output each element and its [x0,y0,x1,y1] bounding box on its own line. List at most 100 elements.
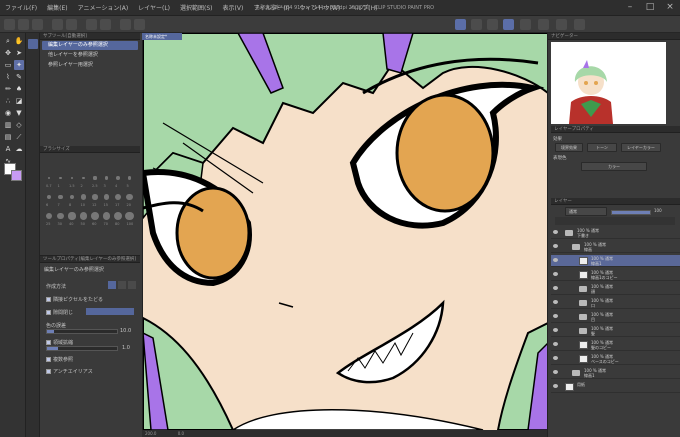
layer-row[interactable]: 100 % 通常 髪のコピー [551,339,680,351]
gap-closing-checkbox[interactable] [46,310,51,315]
undo-icon[interactable] [52,19,63,30]
menu-selection[interactable]: 選択範囲(S) [175,3,218,12]
layer-row[interactable]: 100 % 通常 下書き [551,227,680,239]
blend-icon[interactable]: ◉ [3,108,13,118]
menu-layer[interactable]: レイヤー(L) [133,3,175,12]
layer-color-button[interactable]: レイヤーカラー [621,143,661,152]
grid-snap-icon[interactable] [487,19,498,30]
visibility-eye-icon[interactable] [553,286,558,290]
clear-icon[interactable] [86,19,97,30]
operation-icon[interactable]: ➤ [14,48,24,58]
deselect-icon[interactable] [134,19,145,30]
subtool-item-other-layer[interactable]: 他レイヤーを参照選択 [42,51,138,60]
menu-edit[interactable]: 編集(E) [42,3,72,12]
brush-size-dot[interactable] [45,212,53,220]
visibility-eye-icon[interactable] [553,244,558,248]
new-file-icon[interactable] [4,19,15,30]
layer-row[interactable]: 100 % 通常 線画 [551,241,680,253]
visibility-eye-icon[interactable] [553,230,558,234]
brush-size-dot[interactable] [116,176,120,180]
airbrush-icon[interactable]: ∴ [3,96,13,106]
save-icon[interactable] [32,19,43,30]
visibility-eye-icon[interactable] [553,314,558,318]
brush-size-dot[interactable] [58,194,63,200]
visibility-eye-icon[interactable] [553,342,558,346]
fill-icon[interactable] [100,19,111,30]
opacity-slider[interactable] [611,210,651,215]
rotation-value[interactable]: 0.0 [178,431,184,436]
visibility-eye-icon[interactable] [553,258,558,262]
border-effect-button[interactable]: 境界効果 [555,143,583,152]
transform-icon[interactable] [120,19,131,30]
brush-size-dot[interactable] [79,212,88,220]
brush-size-dot[interactable] [127,176,132,180]
visibility-eye-icon[interactable] [553,300,558,304]
close-icon[interactable]: × [664,1,676,13]
brush-size-dot[interactable] [68,212,76,220]
brush-size-dot[interactable] [57,212,64,220]
brush-size-dot[interactable] [82,176,85,180]
fill-bucket-icon[interactable]: ▼ [14,108,24,118]
brush-size-dot[interactable] [59,176,62,180]
layer-color-icon[interactable] [538,19,549,30]
opacity-value[interactable]: 100 [654,208,662,213]
brush-size-dot[interactable] [70,176,74,180]
subtool-group-auto-select[interactable] [28,39,38,49]
visibility-eye-icon[interactable] [553,272,558,276]
visibility-eye-icon[interactable] [553,370,558,374]
pen-pressure-icon[interactable] [503,19,514,30]
antialias-checkbox[interactable] [46,369,51,374]
tone-button[interactable]: トーン [587,143,617,152]
brush-size-dot[interactable] [115,194,121,200]
brush-size-dot[interactable] [113,211,123,221]
adjacent-checkbox[interactable] [46,297,51,302]
move-icon[interactable]: ✥ [3,48,13,58]
brush-size-dot[interactable] [91,212,99,220]
multi-reference-checkbox[interactable] [46,357,51,362]
visibility-eye-icon[interactable] [553,384,558,388]
layer-row[interactable]: 100 % 通常 ベースのコピー [551,353,680,365]
auto-select-icon[interactable]: ✦ [14,60,24,70]
layer-row[interactable]: 100 % 通常 口 [551,297,680,309]
color-margin-slider[interactable] [46,329,118,334]
brush-size-dot[interactable] [69,194,75,200]
brush-size-dot[interactable] [46,194,52,200]
brush-size-dot[interactable] [104,176,109,180]
layer-row[interactable]: 100 % 通常 髪 [551,325,680,337]
open-file-icon[interactable] [18,19,29,30]
subtool-item-reference-layer[interactable]: 参照レイヤー用選択 [42,61,138,70]
zoom-icon[interactable]: ⌕ [3,36,13,46]
layer-row[interactable]: 100 % 通常 線画1 [551,255,680,267]
brush-icon[interactable]: ♠ [14,84,24,94]
hand-icon[interactable]: ✋ [14,36,24,46]
layer-row[interactable]: 100 % 通常 線画1のコピー [551,269,680,281]
gap-closing-selector[interactable] [86,308,134,315]
brush-size-dot[interactable] [126,193,133,201]
pencil-icon[interactable]: ✏ [3,84,13,94]
brush-size-dot[interactable] [92,194,98,200]
blend-mode-select[interactable]: 通常 [565,207,607,216]
brush-size-dot[interactable] [125,211,134,221]
canvas-tab[interactable]: 名称未設定* [142,33,182,40]
menu-view[interactable]: 表示(V) [218,3,249,12]
brush-size-dot[interactable] [93,176,97,180]
pen-icon[interactable]: ✎ [14,72,24,82]
canvas[interactable] [142,33,547,430]
area-scaling-checkbox[interactable] [46,340,51,345]
color-icon[interactable] [520,19,531,30]
layer-row[interactable]: 100 % 通常 線画1 [551,367,680,379]
text-icon[interactable]: A [3,144,13,154]
brush-size-dot[interactable] [48,177,50,179]
expression-color-select[interactable]: カラー [581,162,647,171]
create-method-sub-icon[interactable] [128,281,136,289]
layer-row[interactable]: 用紙 [551,381,680,393]
gradient-icon[interactable]: ▥ [3,120,13,130]
ruler-icon[interactable]: ⟋ [14,132,24,142]
background-color-swatch[interactable] [11,170,22,181]
visibility-eye-icon[interactable] [553,328,558,332]
redo-icon[interactable] [66,19,77,30]
create-method-add-icon[interactable] [118,281,126,289]
reference-icon[interactable] [556,19,567,30]
ruler-snap-icon[interactable] [455,19,466,30]
navigator-preview[interactable] [551,42,666,124]
